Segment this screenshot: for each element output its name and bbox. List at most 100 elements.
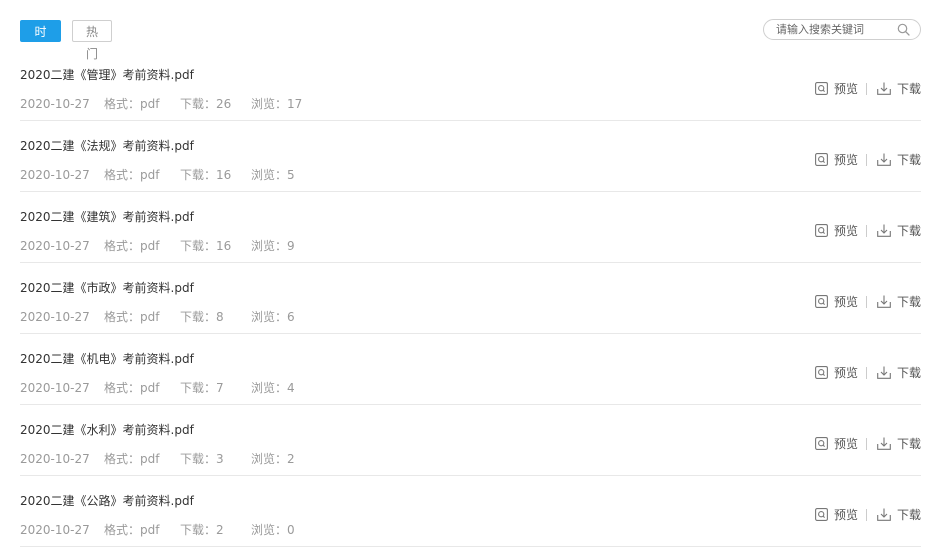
download-button[interactable]: 下载 bbox=[877, 151, 921, 168]
file-view-count: 浏览：5 bbox=[251, 168, 295, 182]
file-view-count: 浏览：0 bbox=[251, 523, 295, 537]
search-icon[interactable] bbox=[897, 23, 910, 36]
file-date: 2020-10-27 bbox=[20, 523, 90, 537]
download-label: 下载 bbox=[896, 508, 921, 522]
download-icon bbox=[877, 153, 891, 166]
download-icon bbox=[877, 295, 891, 308]
file-list: 2020二建《管理》考前资料.pdf 2020-10-27 格式：pdf 下载：26… bbox=[20, 50, 921, 547]
file-download-count: 下载：16 bbox=[180, 239, 232, 253]
preview-label: 预览 bbox=[833, 224, 858, 238]
action-divider bbox=[865, 437, 867, 450]
search-input[interactable] bbox=[776, 21, 888, 38]
preview-button[interactable]: 预览 bbox=[815, 364, 858, 381]
download-icon bbox=[877, 366, 891, 379]
search-box bbox=[763, 19, 921, 40]
file-download-count: 下载：16 bbox=[180, 168, 232, 182]
action-divider bbox=[865, 82, 867, 95]
file-row: 2020二建《管理》考前资料.pdf 2020-10-27 格式：pdf 下载：26… bbox=[20, 50, 921, 121]
file-title[interactable]: 2020二建《公路》考前资料.pdf bbox=[20, 492, 194, 509]
file-row: 2020二建《机电》考前资料.pdf 2020-10-27 格式：pdf 下载：7 浏… bbox=[20, 334, 921, 405]
file-title[interactable]: 2020二建《市政》考前资料.pdf bbox=[20, 279, 194, 296]
file-meta: 2020-10-27 格式：pdf 下载：26 浏览：17 bbox=[20, 95, 302, 112]
file-view-count: 浏览：2 bbox=[251, 452, 295, 466]
download-button[interactable]: 下载 bbox=[877, 80, 921, 97]
file-format: 格式：pdf bbox=[104, 523, 160, 537]
download-button[interactable]: 下载 bbox=[877, 435, 921, 452]
file-view-count: 浏览：4 bbox=[251, 381, 295, 395]
file-actions: 预览 下载 bbox=[815, 435, 921, 451]
file-format: 格式：pdf bbox=[104, 168, 160, 182]
preview-label: 预览 bbox=[833, 295, 858, 309]
tab-time[interactable]: 时间 bbox=[20, 20, 61, 61]
preview-label: 预览 bbox=[833, 366, 858, 380]
action-divider bbox=[865, 224, 867, 237]
download-label: 下载 bbox=[896, 153, 921, 167]
tab-hot[interactable]: 热门 bbox=[72, 20, 112, 61]
file-view-count: 浏览：17 bbox=[251, 97, 303, 111]
file-actions: 预览 下载 bbox=[815, 293, 921, 309]
preview-button[interactable]: 预览 bbox=[815, 80, 858, 97]
action-divider bbox=[865, 153, 867, 166]
download-button[interactable]: 下载 bbox=[877, 293, 921, 310]
file-meta: 2020-10-27 格式：pdf 下载：3 浏览：2 bbox=[20, 450, 295, 467]
preview-button[interactable]: 预览 bbox=[815, 435, 858, 452]
file-meta: 2020-10-27 格式：pdf 下载：8 浏览：6 bbox=[20, 308, 295, 325]
file-format: 格式：pdf bbox=[104, 452, 160, 466]
preview-button[interactable]: 预览 bbox=[815, 222, 858, 239]
file-actions: 预览 下载 bbox=[815, 222, 921, 238]
file-meta: 2020-10-27 格式：pdf 下载：16 浏览：5 bbox=[20, 166, 295, 183]
download-icon bbox=[877, 508, 891, 521]
download-icon bbox=[877, 224, 891, 237]
file-format: 格式：pdf bbox=[104, 239, 160, 253]
action-divider bbox=[865, 295, 867, 308]
download-button[interactable]: 下载 bbox=[877, 506, 921, 523]
download-label: 下载 bbox=[896, 366, 921, 380]
download-button[interactable]: 下载 bbox=[877, 364, 921, 381]
preview-button[interactable]: 预览 bbox=[815, 151, 858, 168]
preview-button[interactable]: 预览 bbox=[815, 506, 858, 523]
download-button[interactable]: 下载 bbox=[877, 222, 921, 239]
file-download-count: 下载：2 bbox=[180, 523, 224, 537]
download-label: 下载 bbox=[896, 82, 921, 96]
preview-icon bbox=[815, 437, 828, 450]
file-row: 2020二建《法规》考前资料.pdf 2020-10-27 格式：pdf 下载：16… bbox=[20, 121, 921, 192]
file-download-count: 下载：7 bbox=[180, 381, 224, 395]
file-download-count: 下载：26 bbox=[180, 97, 232, 111]
file-format: 格式：pdf bbox=[104, 310, 160, 324]
file-title[interactable]: 2020二建《建筑》考前资料.pdf bbox=[20, 208, 194, 225]
preview-icon bbox=[815, 366, 828, 379]
file-title[interactable]: 2020二建《水利》考前资料.pdf bbox=[20, 421, 194, 438]
preview-label: 预览 bbox=[833, 153, 858, 167]
file-format: 格式：pdf bbox=[104, 381, 160, 395]
file-date: 2020-10-27 bbox=[20, 310, 90, 324]
preview-icon bbox=[815, 82, 828, 95]
file-download-count: 下载：3 bbox=[180, 452, 224, 466]
preview-button[interactable]: 预览 bbox=[815, 293, 858, 310]
preview-label: 预览 bbox=[833, 82, 858, 96]
file-actions: 预览 下载 bbox=[815, 364, 921, 380]
preview-label: 预览 bbox=[833, 437, 858, 451]
file-actions: 预览 下载 bbox=[815, 151, 921, 167]
download-label: 下载 bbox=[896, 224, 921, 238]
file-date: 2020-10-27 bbox=[20, 452, 90, 466]
toolbar: 时间 热门 bbox=[20, 19, 921, 61]
download-icon bbox=[877, 82, 891, 95]
file-meta: 2020-10-27 格式：pdf 下载：7 浏览：4 bbox=[20, 379, 295, 396]
file-date: 2020-10-27 bbox=[20, 381, 90, 395]
file-list-page: 时间 热门 2020二建《管理》考前资料.pdf 2020-10-27 格式：pd… bbox=[0, 0, 938, 547]
file-title[interactable]: 2020二建《管理》考前资料.pdf bbox=[20, 66, 194, 83]
file-view-count: 浏览：6 bbox=[251, 310, 295, 324]
file-title[interactable]: 2020二建《法规》考前资料.pdf bbox=[20, 137, 194, 154]
file-title[interactable]: 2020二建《机电》考前资料.pdf bbox=[20, 350, 194, 367]
download-label: 下载 bbox=[896, 437, 921, 451]
file-meta: 2020-10-27 格式：pdf 下载：2 浏览：0 bbox=[20, 521, 295, 538]
file-actions: 预览 下载 bbox=[815, 80, 921, 96]
action-divider bbox=[865, 366, 867, 379]
file-date: 2020-10-27 bbox=[20, 168, 90, 182]
download-label: 下载 bbox=[896, 295, 921, 309]
file-actions: 预览 下载 bbox=[815, 506, 921, 522]
file-row: 2020二建《水利》考前资料.pdf 2020-10-27 格式：pdf 下载：3 浏… bbox=[20, 405, 921, 476]
file-meta: 2020-10-27 格式：pdf 下载：16 浏览：9 bbox=[20, 237, 295, 254]
preview-icon bbox=[815, 508, 828, 521]
preview-icon bbox=[815, 224, 828, 237]
